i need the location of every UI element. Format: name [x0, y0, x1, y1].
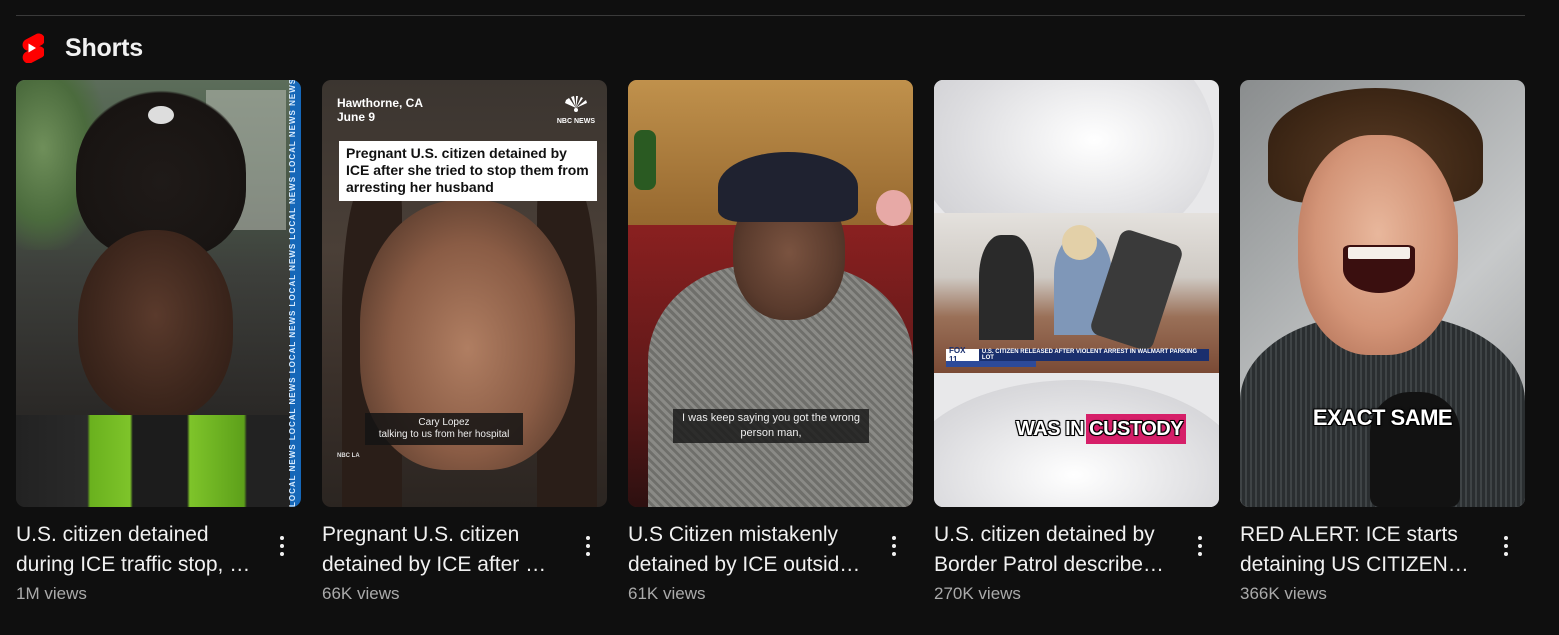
news-chyron: FOX 11 U.S. CITIZEN RELEASED AFTER VIOLEN…	[946, 346, 1209, 364]
more-actions-icon[interactable]	[1185, 526, 1215, 566]
short-thumbnail[interactable]: FOX 11 U.S. CITIZEN RELEASED AFTER VIOLEN…	[934, 80, 1219, 507]
view-count: 366K views	[1240, 584, 1327, 603]
location-label: Hawthorne, CA June 9	[337, 96, 424, 124]
more-actions-icon[interactable]	[573, 526, 603, 566]
short-title[interactable]: U.S. citizen detained by Border Patrol d…	[934, 520, 1179, 580]
short-card[interactable]: Hawthorne, CA June 9 NBC NEWS Pregnant U…	[322, 80, 607, 604]
view-count: 270K views	[934, 584, 1021, 603]
view-count: 66K views	[322, 584, 400, 603]
short-card[interactable]: LOCAL NEWS LOCAL NEWS LOCAL NEWS LOCAL N…	[16, 80, 301, 604]
short-thumbnail[interactable]: I was keep saying you got the wrong pers…	[628, 80, 913, 507]
local-news-stripe-text: LOCAL NEWS LOCAL NEWS LOCAL NEWS LOCAL N…	[288, 80, 297, 507]
thumb-caption: WAS IN CUSTODY	[1016, 413, 1187, 445]
short-card[interactable]: EXACT SAME RED ALERT: ICE starts detaini…	[1240, 80, 1525, 604]
thumb-caption: EXACT SAME	[1312, 405, 1453, 430]
thumb-subtitle: I was keep saying you got the wrong pers…	[673, 409, 869, 443]
nbc-peacock-icon: NBC NEWS	[557, 96, 595, 125]
short-title[interactable]: RED ALERT: ICE starts detaining US CITIZ…	[1240, 520, 1485, 580]
logo-text: NBC NEWS	[556, 118, 595, 125]
thumb-headline: Pregnant U.S. citizen detained by ICE af…	[339, 141, 597, 201]
short-title[interactable]: U.S. citizen detained during ICE traffic…	[16, 520, 261, 580]
lower-third: Cary Lopez talking to us from her hospit…	[365, 413, 523, 445]
short-card[interactable]: I was keep saying you got the wrong pers…	[628, 80, 913, 604]
shelf-title: Shorts	[65, 33, 143, 62]
section-divider	[16, 15, 1525, 16]
view-count: 1M views	[16, 584, 87, 603]
short-thumbnail[interactable]: LOCAL NEWS LOCAL NEWS LOCAL NEWS LOCAL N…	[16, 80, 301, 507]
short-title[interactable]: Pregnant U.S. citizen detained by ICE af…	[322, 520, 567, 580]
more-actions-icon[interactable]	[879, 526, 909, 566]
short-card[interactable]: FOX 11 U.S. CITIZEN RELEASED AFTER VIOLEN…	[934, 80, 1219, 604]
shorts-shelf-header: Shorts	[18, 32, 143, 64]
more-actions-icon[interactable]	[1491, 526, 1521, 566]
short-title[interactable]: U.S Citizen mistakenly detained by ICE o…	[628, 520, 873, 580]
station-tag: NBC LA	[337, 453, 360, 459]
shorts-logo-icon	[18, 33, 44, 63]
more-actions-icon[interactable]	[267, 526, 297, 566]
short-thumbnail[interactable]: EXACT SAME	[1240, 80, 1525, 507]
view-count: 61K views	[628, 584, 706, 603]
short-thumbnail[interactable]: Hawthorne, CA June 9 NBC NEWS Pregnant U…	[322, 80, 607, 507]
